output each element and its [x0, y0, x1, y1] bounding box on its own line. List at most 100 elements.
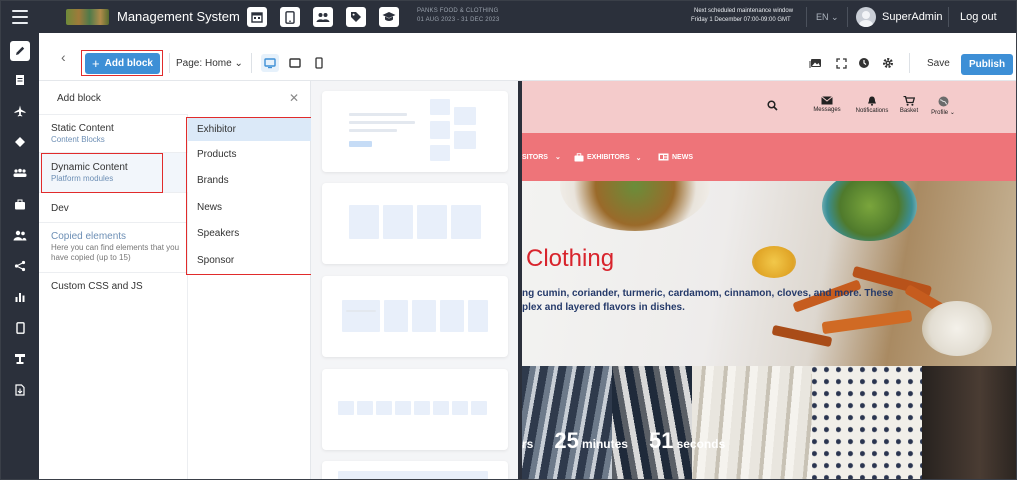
module-speakers[interactable]: Speakers	[188, 221, 311, 245]
chevron-down-icon: ⌄	[948, 110, 955, 116]
rail-plane-icon[interactable]	[10, 101, 30, 121]
food-image	[922, 301, 992, 356]
preview-placeholder	[383, 205, 413, 239]
hamburger-menu-icon[interactable]	[12, 10, 28, 24]
module-sponsor[interactable]: Sponsor	[188, 248, 311, 272]
close-icon[interactable]: ✕	[289, 91, 299, 105]
tablet-icon[interactable]	[286, 54, 304, 72]
logout-button[interactable]: Log out	[960, 11, 997, 23]
site-preview: Messages Notifications Basket Profile ⌄ …	[518, 81, 1016, 479]
rail-mobile-icon[interactable]	[10, 318, 30, 338]
hero-line: plex and layered flavors in dishes.	[522, 302, 685, 313]
messages-label: Messages	[813, 107, 841, 113]
module-products[interactable]: Products	[188, 142, 311, 166]
block-preview-card[interactable]	[322, 91, 508, 172]
add-block-button[interactable]: + Add block	[85, 53, 160, 74]
block-preview-card[interactable]	[322, 276, 508, 357]
rail-tag-icon[interactable]	[10, 132, 30, 152]
nav-exhibitors[interactable]: EXHIBITORS ⌄	[574, 153, 642, 162]
app-window: Management System PANKS FOOD & CLOTHING …	[0, 0, 1017, 480]
rail-share-icon[interactable]	[10, 256, 30, 276]
module-news[interactable]: News	[188, 195, 311, 219]
history-icon[interactable]	[857, 56, 871, 70]
users-icon[interactable]	[313, 7, 333, 27]
media-icon[interactable]	[808, 56, 822, 70]
nav-news[interactable]: NEWS	[658, 153, 693, 161]
basket-link[interactable]: Basket	[894, 96, 924, 114]
notifications-label: Notifications	[855, 108, 889, 114]
graduation-icon[interactable]	[379, 7, 399, 27]
clothing-image	[812, 366, 922, 479]
category-sub: Here you can find elements that you have…	[51, 243, 180, 262]
brand-logo	[66, 9, 109, 25]
countdown-seconds-unit: seconds	[676, 437, 726, 451]
category-custom-css-js[interactable]: Custom CSS and JS	[39, 273, 188, 301]
rail-briefcase-icon[interactable]	[10, 194, 30, 214]
preview-placeholder	[414, 401, 430, 415]
mobile-icon[interactable]	[310, 54, 328, 72]
divider	[948, 7, 949, 27]
rail-people-icon[interactable]	[10, 225, 30, 245]
preview-placeholder	[342, 300, 380, 332]
food-image	[752, 246, 796, 278]
category-copied-elements[interactable]: Copied elements Here you can find elemen…	[39, 223, 188, 273]
tag-icon[interactable]	[346, 7, 366, 27]
maintenance-title: Next scheduled maintenance window	[694, 8, 794, 14]
settings-icon[interactable]	[881, 56, 895, 70]
language-select[interactable]: EN ⌄	[816, 12, 839, 23]
category-list: Static Content Content Blocks Dynamic Co…	[39, 115, 188, 479]
page-select[interactable]: Home ⌄	[205, 58, 243, 69]
preview-placeholder	[451, 205, 481, 239]
mobile-icon[interactable]	[280, 7, 300, 27]
category-name: Dynamic Content	[51, 162, 128, 173]
block-previews	[311, 81, 518, 479]
category-static-content[interactable]: Static Content Content Blocks	[39, 115, 188, 153]
category-dev[interactable]: Dev	[39, 193, 188, 223]
event-dates: 01 AUG 2023 - 31 DEC 2023	[417, 17, 500, 23]
preview-placeholder	[440, 300, 464, 332]
clothing-image	[692, 366, 812, 479]
block-preview-card[interactable]	[322, 369, 508, 450]
rail-bar-chart-icon[interactable]	[10, 287, 30, 307]
search-icon[interactable]	[762, 100, 782, 113]
rail-pencil-icon[interactable]	[10, 41, 30, 61]
avatar[interactable]	[856, 7, 876, 27]
block-preview-card[interactable]	[322, 461, 508, 479]
calendar-icon[interactable]	[247, 7, 267, 27]
language-value: EN	[816, 12, 829, 22]
divider	[169, 53, 170, 73]
category-name: Custom CSS and JS	[51, 281, 143, 292]
preview-placeholder	[338, 401, 354, 415]
save-button[interactable]: Save	[927, 58, 950, 69]
block-preview-card[interactable]	[322, 183, 508, 264]
chevron-down-icon: ⌄	[831, 12, 839, 22]
preview-placeholder	[433, 401, 449, 415]
notifications-link[interactable]: Notifications	[850, 96, 894, 114]
profile-link[interactable]: Profile ⌄	[925, 96, 961, 116]
category-dynamic-content[interactable]: Dynamic Content Platform modules	[39, 153, 188, 193]
rail-stand-icon[interactable]	[10, 349, 30, 369]
messages-link[interactable]: Messages	[807, 96, 847, 113]
publish-button[interactable]: Publish	[961, 54, 1013, 75]
plus-icon: +	[92, 55, 100, 71]
module-exhibitor[interactable]: Exhibitor	[188, 117, 311, 141]
maintenance-time: Friday 1 December 07:00-09:00 GMT	[691, 17, 791, 23]
rail-document-icon[interactable]	[10, 70, 30, 90]
fullscreen-icon[interactable]	[834, 56, 848, 70]
user-name[interactable]: SuperAdmin	[882, 11, 943, 23]
nav-label: SITORS	[522, 153, 548, 161]
desktop-icon[interactable]	[261, 54, 279, 72]
countdown-minutes-value: 25	[554, 428, 579, 453]
briefcase-icon	[574, 153, 584, 162]
add-block-panel: Add block ✕ Static Content Content Block…	[39, 81, 312, 479]
back-chevron-icon[interactable]: ‹	[61, 49, 66, 65]
page-label: Page:	[176, 58, 203, 69]
preview-placeholder	[471, 401, 487, 415]
preview-placeholder	[346, 310, 376, 312]
rail-file-export-icon[interactable]	[10, 380, 30, 400]
page-value: Home	[205, 58, 232, 69]
preview-placeholder	[430, 121, 450, 139]
nav-visitors[interactable]: SITORS ⌄	[522, 153, 561, 162]
rail-audience-icon[interactable]	[10, 163, 30, 183]
module-brands[interactable]: Brands	[188, 168, 311, 192]
